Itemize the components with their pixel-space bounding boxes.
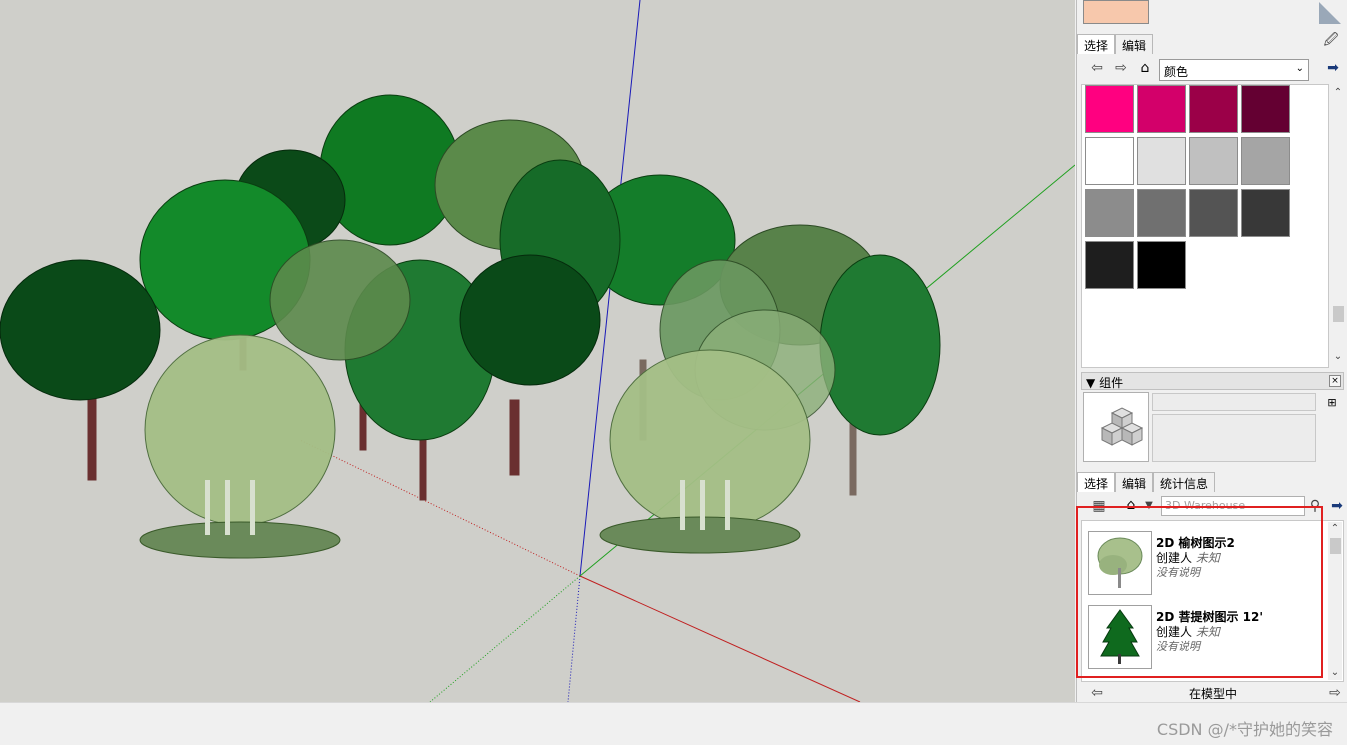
chevron-down-icon: ⌄ <box>1295 63 1304 74</box>
in-model-label: 在模型中 <box>1189 687 1238 701</box>
palette-scrollbar[interactable]: ⌃ ⌄ <box>1331 86 1345 366</box>
scene-canvas <box>0 0 1075 702</box>
elm-tree-icon <box>1097 537 1143 588</box>
details-arrow-icon[interactable]: ➡ <box>1329 498 1345 514</box>
color-swatch[interactable] <box>1137 85 1186 133</box>
view-options-icon[interactable]: ▦ <box>1091 498 1107 514</box>
nav-dropdown-icon[interactable]: ▼ <box>1141 498 1157 514</box>
scroll-thumb[interactable] <box>1330 538 1341 554</box>
color-swatch[interactable] <box>1241 137 1290 185</box>
color-swatch[interactable] <box>1085 241 1134 289</box>
tab-components-edit[interactable]: 编辑 <box>1115 472 1154 492</box>
forward-arrow-icon[interactable]: ⇨ <box>1113 60 1129 76</box>
right-tray: 选择 编辑 🖉 ⇦ ⇨ ⌂ ➡ 颜色 ⌄ ⌃ ⌄ ▼ 组件 × ⊞ 选择 编辑 … <box>1076 0 1347 702</box>
component-thumbnail <box>1088 605 1152 669</box>
tab-materials-select[interactable]: 选择 <box>1077 34 1116 54</box>
component-description: 没有说明 <box>1156 640 1200 653</box>
color-swatch[interactable] <box>1085 85 1134 133</box>
color-swatch[interactable] <box>1137 137 1186 185</box>
status-bar: CSDN @/*守护她的笑容 <box>0 702 1347 745</box>
red-axis-neg <box>299 439 581 577</box>
component-description: 没有说明 <box>1156 566 1200 579</box>
material-library-select[interactable]: 颜色 ⌄ <box>1159 59 1309 81</box>
color-swatch[interactable] <box>1085 137 1134 185</box>
list-item[interactable]: 2D 菩提树图示 12' 创建人 未知 没有说明 <box>1088 605 1328 671</box>
component-description-field[interactable] <box>1152 414 1316 462</box>
red-axis <box>579 575 861 702</box>
results-scrollbar[interactable]: ⌃ ⌄ <box>1328 522 1342 680</box>
watermark: CSDN @/*守护她的笑容 <box>1156 720 1333 739</box>
color-palette <box>1081 84 1329 368</box>
material-library-value: 颜色 <box>1164 65 1189 79</box>
eyedropper-icon[interactable]: 🖉 <box>1323 32 1339 48</box>
results-footer: ⇦ 在模型中 ⇨ <box>1081 684 1344 702</box>
blue-axis-neg <box>567 575 581 702</box>
color-swatch[interactable] <box>1189 189 1238 237</box>
cubes-icon <box>1100 407 1144 446</box>
color-swatch[interactable] <box>1241 85 1290 133</box>
green-axis-neg <box>429 575 581 702</box>
add-component-icon[interactable]: ⊞ <box>1325 396 1339 412</box>
linden-tree-icon <box>1100 609 1140 664</box>
color-swatch[interactable] <box>1189 137 1238 185</box>
color-swatch[interactable] <box>1137 241 1186 289</box>
scroll-thumb[interactable] <box>1333 306 1344 322</box>
scroll-down-icon[interactable]: ⌄ <box>1328 666 1342 680</box>
3d-viewport[interactable] <box>0 0 1075 702</box>
components-header[interactable]: ▼ 组件 × <box>1081 372 1344 390</box>
scroll-up-icon[interactable]: ⌃ <box>1331 86 1345 100</box>
component-preview <box>1083 392 1149 462</box>
components-results-list: 2D 榆树图示2 创建人 未知 没有说明 2D 菩提树图示 12' 创建人 未知… <box>1081 520 1344 682</box>
components-search-bar: ▦ ⌂ ▼ 3D Warehouse ⚲ ➡ <box>1081 494 1344 518</box>
collapse-triangle-icon: ▼ <box>1086 376 1096 390</box>
corner-fold-icon[interactable] <box>1319 2 1341 24</box>
components-title: 组件 <box>1099 376 1124 390</box>
back-arrow-icon[interactable]: ⇦ <box>1089 685 1105 701</box>
materials-tabs: 选择 编辑 <box>1077 34 1154 54</box>
home-icon[interactable]: ⌂ <box>1123 497 1139 513</box>
component-name-field[interactable] <box>1152 393 1316 411</box>
search-input[interactable]: 3D Warehouse <box>1161 496 1305 516</box>
tab-components-statistics[interactable]: 统计信息 <box>1153 472 1216 492</box>
scroll-up-icon[interactable]: ⌃ <box>1328 522 1342 536</box>
current-material-swatch[interactable] <box>1083 0 1149 24</box>
forward-arrow-icon[interactable]: ⇨ <box>1327 685 1343 701</box>
component-thumbnail <box>1088 531 1152 595</box>
details-arrow-icon[interactable]: ➡ <box>1325 60 1341 76</box>
tab-components-select[interactable]: 选择 <box>1077 472 1116 492</box>
color-swatch[interactable] <box>1189 85 1238 133</box>
list-item[interactable]: 2D 榆树图示2 创建人 未知 没有说明 <box>1088 531 1328 597</box>
components-tabs: 选择 编辑 统计信息 <box>1077 472 1216 492</box>
color-swatch[interactable] <box>1085 189 1134 237</box>
color-swatch[interactable] <box>1137 189 1186 237</box>
close-icon[interactable]: × <box>1329 375 1341 387</box>
color-swatch[interactable] <box>1241 189 1290 237</box>
home-icon[interactable]: ⌂ <box>1137 60 1153 76</box>
tab-materials-edit[interactable]: 编辑 <box>1115 34 1154 54</box>
scroll-down-icon[interactable]: ⌄ <box>1331 350 1345 364</box>
search-icon[interactable]: ⚲ <box>1307 498 1323 514</box>
back-arrow-icon[interactable]: ⇦ <box>1089 60 1105 76</box>
